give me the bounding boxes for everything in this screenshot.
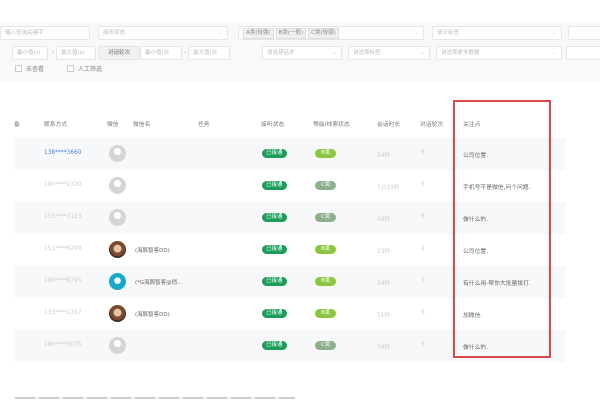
wechat-name: (海豚智客DD) <box>135 248 170 254</box>
status-badge: 已接通 <box>262 309 287 318</box>
rounds: 5 <box>421 342 425 348</box>
level-badge: C类 <box>315 181 337 190</box>
phone-link[interactable]: 190****8795 <box>44 278 81 284</box>
status-badge: 已接通 <box>262 149 287 158</box>
col-duration: 会话时长 <box>377 122 401 128</box>
rounds: 3 <box>421 278 425 284</box>
wechat-name: (海豚智客DD) <box>135 312 170 318</box>
col-contact: 联系方式 <box>44 122 68 128</box>
tag-select[interactable]: 请选择标签 ⌄ <box>348 46 430 60</box>
status-badge: 已接通 <box>262 341 287 350</box>
duration: 59秒 <box>377 345 391 351</box>
rounds: 6 <box>421 150 425 156</box>
level-badge: B类 <box>315 277 337 286</box>
chevron-down-icon: ⌄ <box>332 50 337 56</box>
default-avatar-icon <box>109 177 126 194</box>
max-duration-input[interactable]: 最大值(s) <box>56 46 96 60</box>
col-answer-status: 接听状态 <box>261 122 285 128</box>
status-badge: 已接通 <box>262 213 287 222</box>
unviewed-label: 未查看 <box>26 66 45 73</box>
highlight-box <box>453 100 551 358</box>
col-level: 等级/线索状态 <box>313 122 350 128</box>
default-avatar-icon <box>109 145 126 162</box>
tag-placeholder: 请选择标签 <box>353 50 381 56</box>
col-rounds: 对话轮次 <box>420 122 444 128</box>
phone-link[interactable]: 151****6290 <box>44 246 81 252</box>
avatar <box>109 305 126 322</box>
min-duration-input[interactable]: 最小值(s) <box>12 46 48 60</box>
range-dash: - <box>52 49 55 56</box>
chevron-down-icon: ⌄ <box>552 30 557 36</box>
phone-link[interactable]: 186****3075 <box>44 342 81 348</box>
unviewed-checkbox[interactable]: 未查看 <box>15 64 44 73</box>
chevron-down-icon: ⌄ <box>420 50 425 56</box>
default-avatar-icon <box>109 337 126 354</box>
checkbox-box[interactable] <box>67 65 74 72</box>
min-rounds-input[interactable]: 最小值(次 <box>140 46 182 60</box>
more-placeholder: 请选择更多数据 <box>441 50 480 56</box>
duration: 58秒 <box>377 217 391 223</box>
answer-status-select[interactable]: 接听状态 ⌄ <box>98 26 228 40</box>
footer-text-blurred <box>15 397 295 399</box>
duration: 34秒 <box>377 281 391 287</box>
level-badge: C类 <box>315 341 337 350</box>
rounds: 6 <box>421 310 425 316</box>
manual-label: 人工筛选 <box>78 66 103 73</box>
status-badge: 已接通 <box>262 245 287 254</box>
chevron-down-icon: ⌄ <box>552 50 557 56</box>
rounds-label: 对话轮次 <box>98 46 140 60</box>
duration: 13秒 <box>377 249 391 255</box>
avatar <box>109 273 126 290</box>
col-remark: 备 <box>14 122 20 128</box>
duration: 54秒 <box>377 153 391 159</box>
col-task: 任务 <box>198 122 210 128</box>
level-tag-a[interactable]: A类(较强) <box>243 28 274 39</box>
chevron-down-icon: ⌄ <box>414 30 419 36</box>
level-badge: B类 <box>315 245 337 254</box>
range-dash: - <box>184 49 187 56</box>
extra-input[interactable] <box>568 26 600 40</box>
script-placeholder: 请选择话术 <box>267 50 295 56</box>
phone-link[interactable]: 155****3123 <box>44 214 81 220</box>
semantic-tag-placeholder: 语义标签 <box>437 30 460 36</box>
phone-link[interactable]: 133****1357 <box>44 310 81 316</box>
phone-link[interactable]: 180****2320 <box>44 182 81 188</box>
checkbox-box[interactable] <box>15 65 22 72</box>
status-badge: 已接通 <box>262 277 287 286</box>
duration: 1分19秒 <box>377 185 400 191</box>
filter-panel: 输入查询关键字 接听状态 ⌄ A类(较强) B类(一般) C类(较弱) ⌄ 语义标签 ⌄ … <box>0 22 600 82</box>
default-avatar-icon <box>109 209 126 226</box>
rounds: 6 <box>421 214 425 220</box>
extra-input-2[interactable] <box>566 46 600 60</box>
phone-link[interactable]: 138****3660 <box>44 150 81 156</box>
level-badge: B类 <box>315 149 337 158</box>
level-tag-b[interactable]: B类(一般) <box>275 28 307 39</box>
status-badge: 已接通 <box>262 181 287 190</box>
wechat-name: (*G海豚智客@俏... <box>135 280 183 286</box>
duration: 51秒 <box>377 313 391 319</box>
script-select[interactable]: 请选择话术 ⌄ <box>262 46 342 60</box>
level-badge: C类 <box>315 213 337 222</box>
manual-checkbox[interactable]: 人工筛选 <box>67 64 102 73</box>
level-tag-c[interactable]: C类(较弱) <box>308 28 339 39</box>
more-select[interactable]: 请选择更多数据 ⌄ <box>436 46 562 60</box>
max-rounds-input[interactable]: 最大值(次 <box>188 46 230 60</box>
col-wechat: 微信 <box>107 122 119 128</box>
answer-status-placeholder: 接听状态 <box>103 30 126 36</box>
col-wechat-name: 微信名 <box>133 122 151 128</box>
chevron-down-icon: ⌄ <box>218 30 223 36</box>
level-badge: B类 <box>315 309 337 318</box>
semantic-tag-select[interactable]: 语义标签 ⌄ <box>432 26 562 40</box>
rounds: 5 <box>421 182 425 188</box>
avatar <box>109 241 126 258</box>
keyword-input[interactable]: 输入查询关键字 <box>0 26 90 40</box>
rounds: 2 <box>421 246 425 252</box>
level-select[interactable]: A类(较强) B类(一般) C类(较弱) ⌄ <box>238 26 424 40</box>
